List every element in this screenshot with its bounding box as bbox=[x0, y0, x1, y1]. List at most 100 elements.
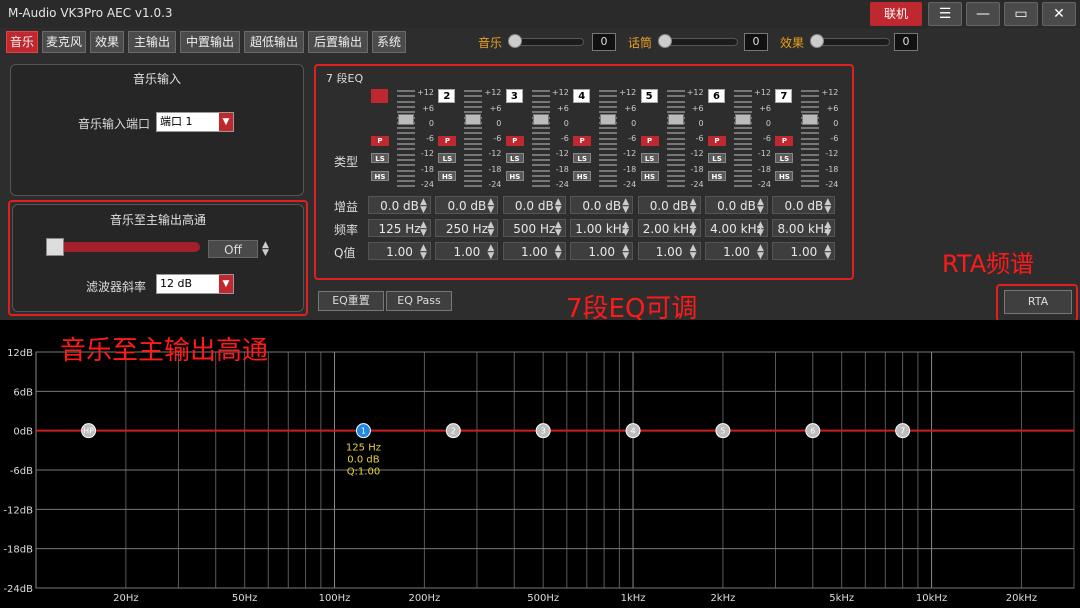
maximize-icon[interactable]: ▭ bbox=[1004, 2, 1038, 26]
eq-band-4-type-peak[interactable]: P bbox=[573, 136, 592, 146]
eq-band-1-type-peak[interactable]: P bbox=[371, 136, 389, 146]
tab-microphone[interactable]: 麦克风 bbox=[42, 31, 86, 53]
eq-band-2-fader[interactable] bbox=[464, 90, 483, 188]
eq-band-5-q-spin-icon[interactable]: ▲ ▼ bbox=[690, 244, 697, 261]
eq-band-1-fader-knob[interactable] bbox=[398, 114, 414, 125]
rta-button[interactable]: RTA bbox=[1004, 290, 1072, 314]
graph-x-tick-label: 50Hz bbox=[232, 593, 258, 604]
eq-band-7-type-lowshelf[interactable]: LS bbox=[775, 153, 794, 163]
eq-band-5-type-highshelf[interactable]: HS bbox=[640, 171, 659, 181]
eq-band-7-type-peak[interactable]: P bbox=[775, 136, 794, 146]
highpass-slider-knob[interactable] bbox=[46, 238, 64, 256]
music-input-port-select[interactable]: 端口 1 ▼ bbox=[156, 112, 234, 132]
eq-band-5-fader-knob[interactable] bbox=[667, 114, 684, 125]
eq-band-2-gain-spin-icon[interactable]: ▲ ▼ bbox=[487, 198, 494, 215]
effect-level-knob[interactable] bbox=[810, 34, 824, 48]
eq-band-7-select[interactable]: 7 bbox=[775, 89, 793, 103]
eq-band-1-select[interactable]: 1 bbox=[371, 89, 388, 103]
highpass-frequency-value[interactable]: Off bbox=[208, 240, 258, 258]
eq-band-1-q-spin-icon[interactable]: ▲ ▼ bbox=[420, 244, 427, 261]
tab-system[interactable]: 系统 bbox=[372, 31, 406, 53]
eq-band-2-select[interactable]: 2 bbox=[438, 89, 456, 103]
eq-band-4-q-spin-icon[interactable]: ▲ ▼ bbox=[622, 244, 629, 261]
eq-band-1-freq-spin-icon[interactable]: ▲ ▼ bbox=[420, 221, 427, 238]
eq-band-4-freq-spin-icon[interactable]: ▲ ▼ bbox=[622, 221, 629, 238]
eq-band-6-freq-spin-icon[interactable]: ▲ ▼ bbox=[757, 221, 764, 238]
eq-band-4-select[interactable]: 4 bbox=[573, 89, 591, 103]
eq-band-6-type-highshelf[interactable]: HS bbox=[708, 171, 726, 181]
menu-icon[interactable]: ☰ bbox=[928, 2, 962, 26]
fader-tick bbox=[397, 90, 415, 92]
eq-band-6-fader[interactable] bbox=[734, 90, 752, 188]
tab-effects[interactable]: 效果 bbox=[90, 31, 124, 53]
tab-rear-output[interactable]: 后置输出 bbox=[308, 31, 368, 53]
eq-band-6-select[interactable]: 6 bbox=[708, 89, 725, 103]
eq-band-2-q-spin-icon[interactable]: ▲ ▼ bbox=[487, 244, 494, 261]
eq-band-7-type-highshelf[interactable]: HS bbox=[775, 171, 794, 181]
eq-band-5-type-lowshelf[interactable]: LS bbox=[640, 153, 659, 163]
eq-band-3-freq-spin-icon[interactable]: ▲ ▼ bbox=[555, 221, 562, 238]
eq-scale-label: -6 bbox=[695, 134, 704, 143]
mic-level-knob[interactable] bbox=[658, 34, 672, 48]
eq-band-3-type-lowshelf[interactable]: LS bbox=[505, 153, 524, 163]
eq-band-2-freq-spin-icon[interactable]: ▲ ▼ bbox=[487, 221, 494, 238]
eq-band-6-fader-knob[interactable] bbox=[735, 114, 751, 125]
eq-reset-button[interactable]: EQ重置 bbox=[318, 291, 384, 311]
eq-band-1-fader[interactable] bbox=[397, 90, 415, 188]
eq-band-1-type-highshelf[interactable]: HS bbox=[371, 171, 389, 181]
graph-y-tick-label: 6dB bbox=[13, 387, 33, 398]
highpass-spin-icon[interactable]: ▲ ▼ bbox=[262, 241, 269, 258]
music-level-knob[interactable] bbox=[508, 34, 522, 48]
tab-center-output[interactable]: 中置输出 bbox=[180, 31, 240, 53]
eq-band-2-type-lowshelf[interactable]: LS bbox=[438, 153, 457, 163]
eq-band-7-fader[interactable] bbox=[801, 90, 820, 188]
eq-band-7-fader-knob[interactable] bbox=[802, 114, 819, 125]
minimize-icon[interactable]: — bbox=[966, 2, 1000, 26]
eq-band-4-fader[interactable] bbox=[599, 90, 618, 188]
chevron-down-icon[interactable]: ▼ bbox=[219, 275, 233, 293]
eq-band-3-gain-spin-icon[interactable]: ▲ ▼ bbox=[555, 198, 562, 215]
eq-band-4-type-highshelf[interactable]: HS bbox=[573, 171, 592, 181]
eq-band-3-select[interactable]: 3 bbox=[505, 89, 523, 103]
tab-main-output[interactable]: 主输出 bbox=[128, 31, 176, 53]
eq-band-3-fader-knob[interactable] bbox=[532, 114, 549, 125]
eq-band-3-type-highshelf[interactable]: HS bbox=[505, 171, 524, 181]
eq-band-1-gain-spin-icon[interactable]: ▲ ▼ bbox=[420, 198, 427, 215]
eq-band-6-type-lowshelf[interactable]: LS bbox=[708, 153, 726, 163]
eq-band-4-type-lowshelf[interactable]: LS bbox=[573, 153, 592, 163]
effect-level-value[interactable]: 0 bbox=[894, 33, 918, 51]
eq-band-4-gain-spin-icon[interactable]: ▲ ▼ bbox=[622, 198, 629, 215]
eq-band-4-fader-knob[interactable] bbox=[600, 114, 617, 125]
close-icon[interactable]: ✕ bbox=[1042, 2, 1076, 26]
eq-band-7-q-spin-icon[interactable]: ▲ ▼ bbox=[824, 244, 831, 261]
tab-sub-output[interactable]: 超低输出 bbox=[244, 31, 304, 53]
eq-band-7-freq-spin-icon[interactable]: ▲ ▼ bbox=[824, 221, 831, 238]
mic-level-value[interactable]: 0 bbox=[744, 33, 768, 51]
eq-band-5-gain-spin-icon[interactable]: ▲ ▼ bbox=[690, 198, 697, 215]
eq-band-5-select[interactable]: 5 bbox=[640, 89, 658, 103]
fader-tick bbox=[801, 143, 820, 145]
eq-band-5-freq-spin-icon[interactable]: ▲ ▼ bbox=[690, 221, 697, 238]
tab-music[interactable]: 音乐 bbox=[6, 31, 38, 53]
filter-slope-select[interactable]: 12 dB ▼ bbox=[156, 274, 234, 294]
eq-band-5-fader[interactable] bbox=[666, 90, 685, 188]
connect-button[interactable]: 联机 bbox=[870, 2, 922, 26]
selected-point-info: 0.0 dB bbox=[347, 455, 379, 466]
eq-band-2-type-peak[interactable]: P bbox=[438, 136, 457, 146]
eq-band-3-q-spin-icon[interactable]: ▲ ▼ bbox=[555, 244, 562, 261]
eq-band-6-q-spin-icon[interactable]: ▲ ▼ bbox=[757, 244, 764, 261]
eq-pass-button[interactable]: EQ Pass bbox=[386, 291, 452, 311]
eq-band-5-type-peak[interactable]: P bbox=[640, 136, 659, 146]
eq-band-6-gain-spin-icon[interactable]: ▲ ▼ bbox=[757, 198, 764, 215]
eq-band-1-type-lowshelf[interactable]: LS bbox=[371, 153, 389, 163]
fader-tick bbox=[464, 174, 483, 177]
eq-band-2-type-highshelf[interactable]: HS bbox=[438, 171, 457, 181]
chevron-down-icon[interactable]: ▼ bbox=[219, 113, 233, 131]
eq-band-3-type-peak[interactable]: P bbox=[505, 136, 524, 146]
highpass-slider-track[interactable] bbox=[46, 242, 200, 252]
music-level-value[interactable]: 0 bbox=[592, 33, 616, 51]
eq-band-6-type-peak[interactable]: P bbox=[708, 136, 726, 146]
eq-band-3-fader[interactable] bbox=[531, 90, 550, 188]
eq-band-7-gain-spin-icon[interactable]: ▲ ▼ bbox=[824, 198, 831, 215]
eq-band-2-fader-knob[interactable] bbox=[465, 114, 482, 125]
